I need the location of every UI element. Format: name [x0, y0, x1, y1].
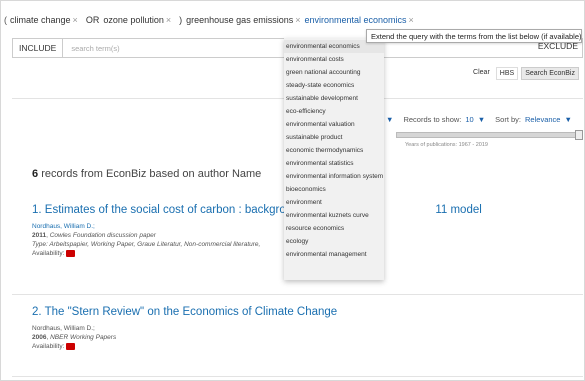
remove-term-icon[interactable]: ×	[73, 15, 78, 25]
pdf-icon[interactable]	[66, 342, 76, 350]
remove-term-icon[interactable]: ×	[409, 15, 414, 25]
record-title-end[interactable]: 11 model	[435, 204, 481, 216]
availability-label: Availability:	[32, 343, 65, 350]
divider	[12, 376, 583, 377]
record-title[interactable]: 2. The "Stern Review" on the Economics o…	[32, 306, 337, 318]
sort-label: Sort by:	[495, 115, 522, 124]
action-buttons: Clear HBS Search EconBiz	[470, 67, 579, 80]
record-title[interactable]: 1. Estimates of the social cost of carbo…	[32, 204, 482, 216]
query-term-greenhouse-gas-emissions[interactable]: greenhouse gas emissions	[186, 15, 293, 25]
record-type-text: Type: Arbeitspapier, Working Paper, Grau…	[32, 241, 261, 248]
suggestion-item[interactable]: environment	[284, 196, 384, 209]
divider	[12, 294, 583, 295]
suggestion-item[interactable]: environmental management	[284, 248, 384, 261]
record-year: 2006	[32, 334, 47, 341]
close-paren: )	[179, 15, 183, 25]
query-term-environmental-economics[interactable]: environmental economics	[304, 15, 406, 25]
suggestion-dropdown: environmental economics environmental co…	[284, 38, 384, 280]
clear-button[interactable]: Clear	[470, 67, 493, 80]
record-series: Cowles Foundation discussion paper	[49, 232, 156, 239]
result-count-text: records from EconBiz based on author Nam…	[41, 168, 262, 180]
suggestion-item[interactable]: steady-state economics	[284, 79, 384, 92]
remove-term-icon[interactable]: ×	[295, 15, 300, 25]
records-select[interactable]: 10	[465, 115, 473, 124]
query-bar: ( climate change × OR ozone pollution × …	[4, 12, 418, 28]
record-availability: Availability:	[32, 342, 337, 351]
extend-query-tooltip: Extend the query with the terms from the…	[366, 29, 582, 43]
suggestion-item[interactable]: sustainable product	[284, 131, 384, 144]
record-author[interactable]: Nordhaus, William D.;	[32, 324, 337, 333]
suggestion-item[interactable]: ecology	[284, 235, 384, 248]
search-input[interactable]: search term(s)	[63, 44, 119, 53]
query-term-climate-change[interactable]: climate change	[10, 15, 71, 25]
result-controls: ▼ Records to show: 10 ▼ Sort by: Relevan…	[386, 115, 572, 124]
remove-term-icon[interactable]: ×	[166, 15, 171, 25]
suggestion-item[interactable]: economic thermodynamics	[284, 144, 384, 157]
record-type: Type: Arbeitspapier, Working Paper, Grau…	[32, 240, 482, 249]
chevron-down-icon[interactable]: ▼	[478, 115, 485, 124]
hbs-button[interactable]: HBS	[495, 67, 519, 80]
suggestion-item[interactable]: eco-efficiency	[284, 105, 384, 118]
record-availability: Availability:	[32, 249, 482, 258]
search-econbiz-button[interactable]: Search EconBiz	[521, 67, 579, 80]
list-item: 1. Estimates of the social cost of carbo…	[32, 204, 482, 258]
suggestion-item[interactable]: environmental statistics	[284, 157, 384, 170]
query-term-ozone-pollution[interactable]: ozone pollution	[103, 15, 164, 25]
result-count: 6 records from EconBiz based on author N…	[32, 168, 261, 180]
include-toggle[interactable]: INCLUDE	[13, 39, 64, 57]
slider-handle[interactable]	[575, 130, 583, 140]
suggestion-item[interactable]: bioeconomics	[284, 183, 384, 196]
chevron-down-icon[interactable]: ▼	[386, 115, 393, 124]
chevron-down-icon[interactable]: ▼	[564, 115, 571, 124]
suggestion-item[interactable]: environmental valuation	[284, 118, 384, 131]
suggestion-item[interactable]: environmental information system	[284, 170, 384, 183]
list-item: 2. The "Stern Review" on the Economics o…	[32, 306, 337, 351]
suggestion-item[interactable]: environmental costs	[284, 53, 384, 66]
year-range-slider[interactable]	[396, 130, 583, 140]
record-year: 2011	[32, 232, 47, 239]
records-label: Records to show:	[403, 115, 462, 124]
pdf-icon[interactable]	[66, 249, 76, 257]
result-count-number: 6	[32, 168, 39, 180]
record-series: NBER Working Papers	[50, 334, 117, 341]
record-source: 2011, Cowles Foundation discussion paper	[32, 232, 156, 239]
open-paren: (	[4, 15, 7, 25]
years-label: Years of publications: 1967 - 2019	[405, 142, 488, 148]
sort-select[interactable]: Relevance	[525, 115, 560, 124]
availability-label: Availability:	[32, 250, 65, 257]
query-operator-or[interactable]: OR	[86, 15, 100, 25]
suggestion-item[interactable]: resource economics	[284, 222, 384, 235]
record-source: 2006, NBER Working Papers	[32, 334, 117, 341]
suggestion-item[interactable]: sustainable development	[284, 92, 384, 105]
suggestion-item[interactable]: environmental kuznets curve	[284, 209, 384, 222]
suggestion-item[interactable]: green national accounting	[284, 66, 384, 79]
record-author[interactable]: Nordhaus, William D.;	[32, 222, 482, 231]
